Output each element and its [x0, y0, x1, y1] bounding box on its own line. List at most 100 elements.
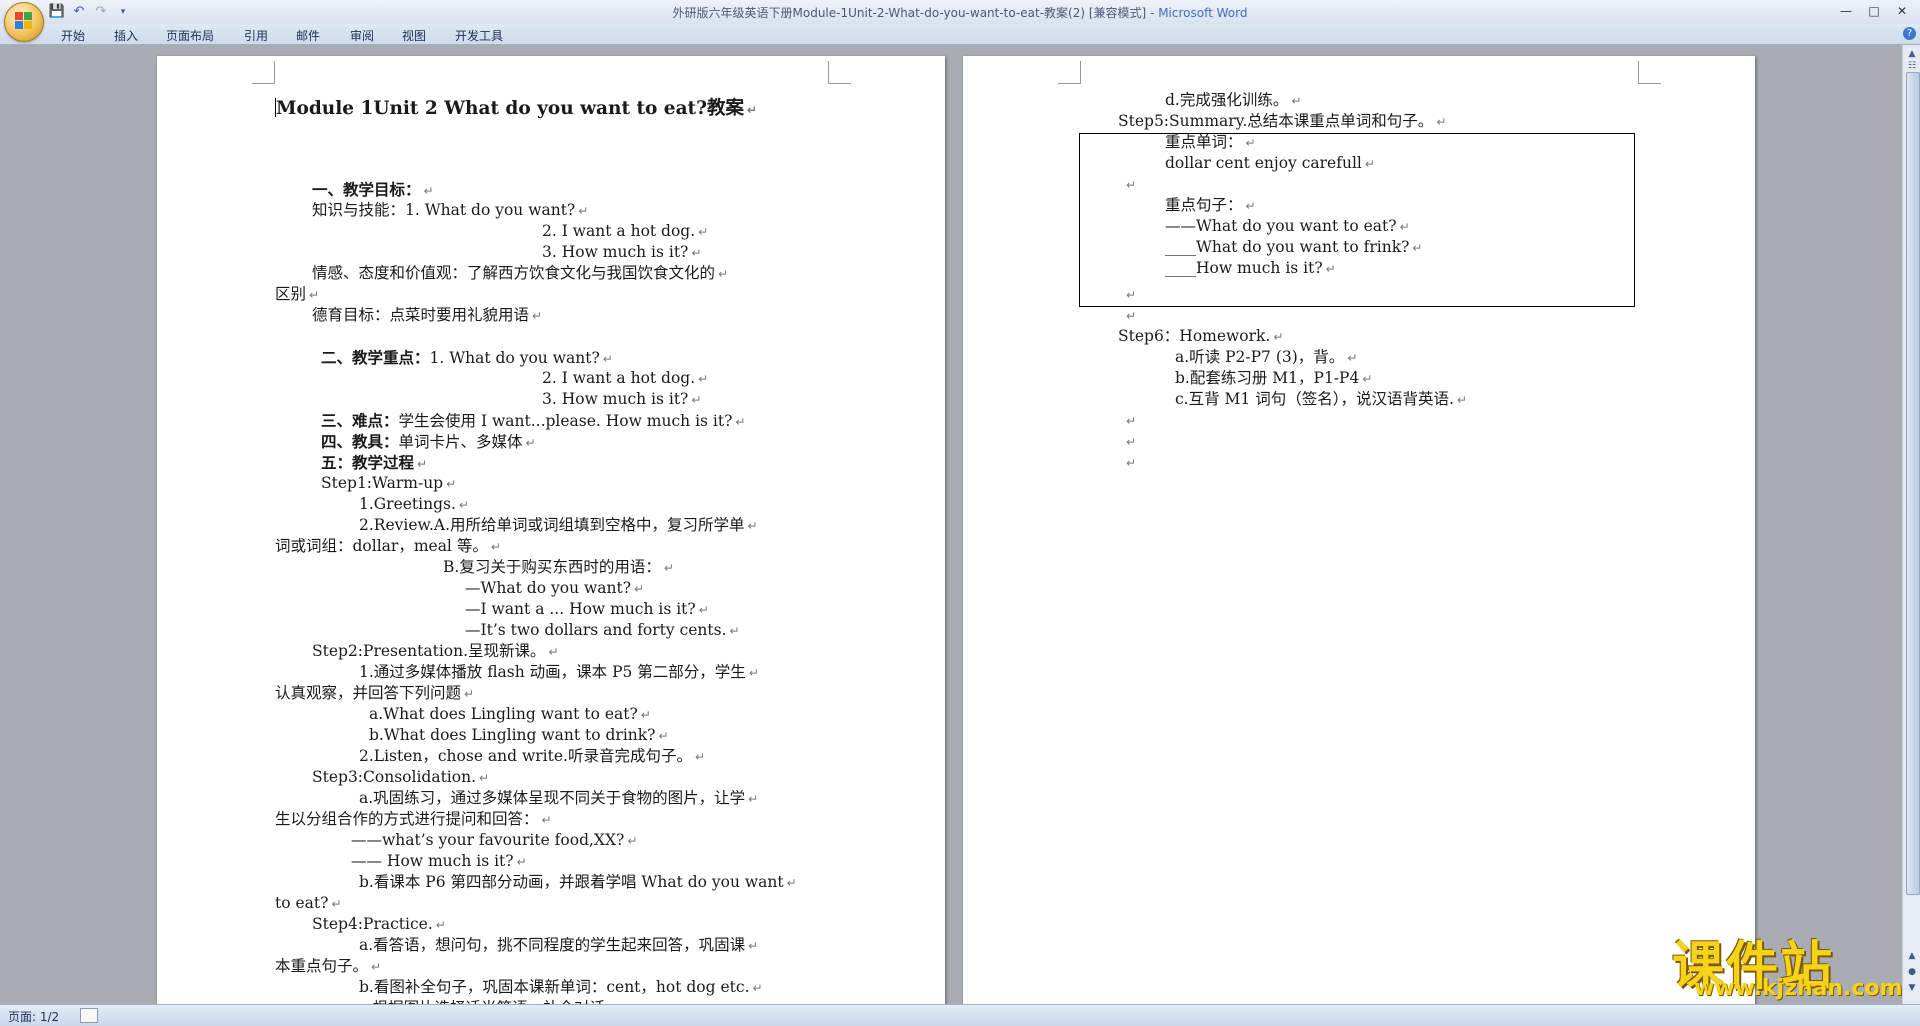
maximize-icon[interactable]: □ — [1860, 2, 1888, 20]
text-line: —It’s two dollars and forty cents. ↵ — [465, 620, 740, 642]
paragraph-mark-icon: ↵ — [1436, 115, 1447, 129]
line-text: 重点句子： — [1165, 196, 1243, 214]
paragraph-mark-icon: ↵ — [532, 309, 543, 323]
window-title: 外研版六年级英语下册Module-1Unit-2-What-do-you-wan… — [0, 4, 1920, 21]
tab-page-layout[interactable]: 页面布局 — [166, 27, 214, 44]
paragraph-mark-icon: ↵ — [1291, 94, 1302, 108]
line-text: 四、教具： — [321, 432, 399, 451]
paragraph-mark-icon: ↵ — [309, 288, 320, 302]
line-text: 一、教学目标： — [312, 180, 421, 199]
text-line: a.听读 P2-P7 (3)，背。 ↵ — [1175, 347, 1357, 369]
line-text: 2. I want a hot dog. — [542, 222, 696, 240]
text-line: 情感、态度和价值观：了解西方饮食文化与我国饮食文化的 ↵ — [312, 263, 728, 285]
page-indicator[interactable]: 页面: 1/2 — [8, 1008, 59, 1025]
tab-home[interactable]: 开始 — [61, 27, 85, 44]
line-text: ——What do you want to eat? — [1165, 217, 1397, 235]
paragraph-mark-icon: ↵ — [423, 184, 434, 198]
tab-review[interactable]: 审阅 — [350, 27, 374, 44]
paragraph-mark-icon: ↵ — [1126, 309, 1137, 323]
line-text: a.巩固练习，通过多媒体呈现不同关于食物的图片，让学 — [359, 789, 746, 807]
line-text: 二、教学重点： — [321, 348, 430, 367]
line-text-rest: 学生会使用 I want...please. How much is it? — [398, 412, 733, 430]
paragraph-mark-icon: ↵ — [435, 918, 446, 932]
text-line: dollar cent enjoy carefull ↵ — [1165, 153, 1375, 175]
document-page-1[interactable]: Module 1Unit 2 What do you want to eat?教… — [157, 56, 945, 1004]
paragraph-mark-icon: ↵ — [747, 519, 758, 533]
line-text-rest: 单词卡片、多媒体 — [398, 433, 523, 451]
tab-mailings[interactable]: 邮件 — [296, 27, 320, 44]
text-line: c.互背 M1 词句（签名），说汉语背英语. ↵ — [1175, 389, 1467, 411]
text-line: 3. How much is it? ↵ — [542, 242, 701, 264]
line-text: 三、难点： — [321, 411, 399, 430]
document-page-2[interactable]: d.完成强化训练。 ↵ Step5:Summary.总结本课重点单词和句子。 ↵ 重点单… — [963, 56, 1755, 1004]
text-line: 认真观察，并回答下列问题 ↵ — [275, 683, 474, 705]
line-text: 本重点句子。 — [275, 957, 369, 975]
office-logo-icon — [15, 12, 33, 30]
line-text: 情感、态度和价值观：了解西方饮食文化与我国饮食文化的 — [312, 264, 716, 282]
title-bar: 💾 ↶ ↷ ▾ 外研版六年级英语下册Module-1Unit-2-What-do… — [0, 0, 1920, 25]
paragraph-mark-icon: ↵ — [1325, 262, 1336, 276]
status-bar: 页面: 1/2 — [0, 1004, 1920, 1026]
line-text: 认真观察，并回答下列问题 — [275, 684, 462, 702]
text-line: 四、教具：单词卡片、多媒体 ↵ — [321, 431, 536, 454]
paragraph-mark-icon: ↵ — [698, 603, 709, 617]
margin-corner-mark — [828, 61, 851, 84]
text-line: 2.Listen，chose and write.听录音完成句子。 ↵ — [359, 746, 705, 768]
office-button[interactable] — [4, 2, 44, 42]
text-line: a.What does Lingling want to eat? ↵ — [369, 704, 651, 726]
tab-insert[interactable]: 插入 — [114, 27, 138, 44]
previous-page-icon[interactable]: ▲ — [1905, 949, 1919, 963]
line-text: a.What does Lingling want to eat? — [369, 705, 638, 723]
text-line: —— How much is it? ↵ — [351, 851, 527, 873]
paragraph-mark-icon: ↵ — [1126, 288, 1137, 302]
line-text: ——what’s your favourite food,XX? — [351, 831, 625, 849]
text-line: ↵ — [1123, 410, 1136, 432]
text-line: Step3:Consolidation. ↵ — [312, 767, 489, 789]
line-text: Step3:Consolidation. — [312, 768, 476, 786]
ruler-toggle-icon[interactable]: ☷ — [1905, 59, 1919, 73]
margin-corner-mark — [1638, 61, 1661, 84]
proofing-icon[interactable] — [80, 1008, 98, 1023]
tab-view[interactable]: 视图 — [402, 27, 426, 44]
text-line: 知识与技能：1. What do you want? ↵ — [312, 200, 588, 222]
minimize-icon[interactable]: — — [1832, 2, 1860, 20]
paragraph-mark-icon: ↵ — [1412, 241, 1423, 255]
tab-developer[interactable]: 开发工具 — [455, 27, 503, 44]
paragraph-mark-icon: ↵ — [1347, 351, 1358, 365]
tab-references[interactable]: 引用 — [244, 27, 268, 44]
browse-object-icon[interactable]: ● — [1905, 965, 1919, 979]
next-page-icon[interactable]: ▼ — [1905, 981, 1919, 995]
text-line: 2. I want a hot dog. ↵ — [542, 221, 708, 243]
paragraph-mark-icon: ↵ — [516, 855, 527, 869]
scrollbar-thumb[interactable] — [1906, 72, 1920, 895]
paragraph-mark-icon: ↵ — [735, 415, 746, 429]
text-line: 2. I want a hot dog. ↵ — [542, 368, 708, 390]
text-line: 重点句子： ↵ — [1165, 195, 1256, 217]
paragraph-mark-icon: ↵ — [371, 960, 382, 974]
close-icon[interactable]: ✕ — [1888, 2, 1916, 20]
text-line: 一、教学目标： ↵ — [312, 179, 434, 202]
line-text: dollar cent enjoy carefull — [1165, 154, 1362, 172]
text-line: 本重点句子。 ↵ — [275, 956, 381, 978]
paragraph-mark-icon: ↵ — [718, 267, 729, 281]
line-text: —I want a ... How much is it? — [465, 600, 696, 618]
text-line: ↵ — [1123, 431, 1136, 453]
line-text: to eat? — [275, 894, 329, 912]
text-line: —I want a ... How much is it? ↵ — [465, 599, 709, 621]
vertical-scrollbar[interactable]: ▲ ☷ ▲ ● ▼ — [1902, 45, 1920, 1004]
line-text: B.复习关于购买东西时的用语： — [443, 558, 661, 576]
text-line: 生以分组合作的方式进行提问和回答： ↵ — [275, 809, 552, 831]
paragraph-mark-icon: ↵ — [748, 666, 759, 680]
help-icon[interactable]: ? — [1903, 27, 1916, 40]
paragraph-mark-icon: ↵ — [1126, 435, 1137, 449]
line-text: Step6：Homework. — [1118, 327, 1271, 345]
paragraph-mark-icon: ↵ — [602, 352, 613, 366]
text-line: b.What does Lingling want to drink? ↵ — [369, 725, 669, 747]
text-line: 重点单词： ↵ — [1165, 132, 1256, 154]
text-line: a.巩固练习，通过多媒体呈现不同关于食物的图片，让学 ↵ — [359, 788, 758, 810]
text-line: Step1:Warm-up ↵ — [321, 473, 456, 495]
paragraph-mark-icon: ↵ — [578, 204, 589, 218]
line-text: 2. I want a hot dog. — [542, 369, 696, 387]
line-text: 知识与技能：1. What do you want? — [312, 201, 576, 219]
text-line: 德育目标：点菜时要用礼貌用语 ↵ — [312, 305, 542, 327]
